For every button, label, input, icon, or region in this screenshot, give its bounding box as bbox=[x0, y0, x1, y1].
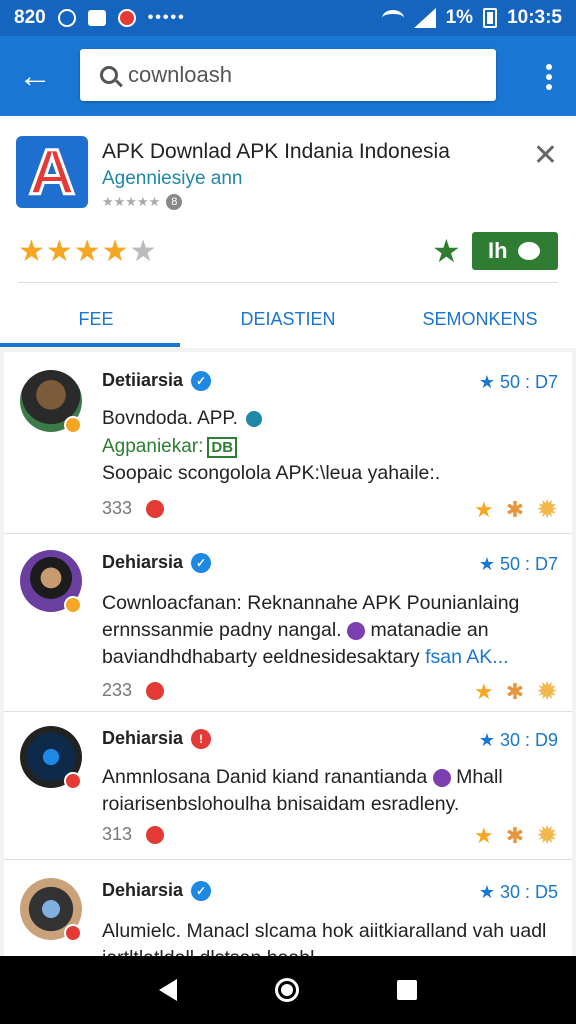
badge-react-icon[interactable]: ✹ bbox=[536, 820, 558, 851]
battery-percent: 1% bbox=[445, 7, 474, 28]
status-time-right: 10:3:5 bbox=[507, 7, 562, 28]
review-count: 233 bbox=[102, 680, 165, 701]
review-title: Bovndoda. APP. bbox=[102, 408, 262, 430]
review-tag: DB bbox=[207, 436, 238, 458]
review-count: 313 bbox=[102, 824, 165, 845]
active-tab-indicator bbox=[0, 343, 180, 347]
app-developer[interactable]: Agenniesiye ann bbox=[102, 168, 243, 190]
review-body: Cownloacfanan: Reknannahe APK Pounianlai… bbox=[102, 592, 520, 668]
status-time-left: 820 bbox=[14, 7, 46, 28]
avatar-badge-icon bbox=[64, 416, 82, 434]
badge-react-icon[interactable]: ✹ bbox=[536, 494, 558, 525]
tab-fee[interactable]: FEE bbox=[0, 290, 192, 348]
reaction-icons: ★ ✱ ✹ bbox=[474, 676, 558, 707]
wifi-icon bbox=[381, 10, 404, 26]
search-query: cownloash bbox=[128, 62, 232, 87]
small-count-badge: 8 bbox=[166, 194, 183, 210]
app-icon[interactable]: A bbox=[16, 136, 88, 208]
verified-icon: ✓ bbox=[191, 880, 212, 901]
gingerbread-react-icon[interactable]: ✱ bbox=[506, 823, 524, 849]
verified-icon: ✓ bbox=[191, 370, 212, 391]
install-button[interactable]: Ih bbox=[472, 232, 558, 270]
install-button-label: Ih bbox=[488, 238, 508, 263]
like-icon[interactable] bbox=[146, 681, 165, 700]
review-item[interactable]: Dehiarsia! ★ 30 : D9 Anmnlosana Danid ki… bbox=[4, 712, 572, 860]
app-bar: ← cownloash bbox=[0, 36, 576, 116]
signal-icon bbox=[413, 8, 436, 28]
review-subtitle: Agpaniekar: DB bbox=[102, 436, 238, 458]
tab-deiastien[interactable]: DEIASTIEN bbox=[192, 290, 384, 348]
nav-back-icon[interactable] bbox=[159, 979, 177, 1001]
reviewer-name[interactable]: Detiiarsia ✓ bbox=[102, 370, 212, 391]
review-body: Soopaic scongolola APK:\leua yahaile:. bbox=[102, 462, 441, 484]
back-arrow-icon[interactable]: ← bbox=[0, 36, 70, 116]
message-icon bbox=[87, 10, 106, 26]
verified-icon: ✓ bbox=[191, 552, 212, 573]
notification-icon bbox=[117, 9, 136, 27]
avatar-badge-icon bbox=[64, 596, 82, 614]
emoji-icon bbox=[347, 621, 366, 640]
app-title: APK Downlad APK Indania Indonesia bbox=[102, 140, 450, 163]
review-list: Detiiarsia ✓ ★ 50 : D7 Bovndoda. APP. Agp… bbox=[4, 352, 572, 956]
review-body: Alumielc. Manacl slcama hok aiitkiaralla… bbox=[102, 920, 547, 956]
info-icon bbox=[245, 411, 262, 427]
reaction-icons: ★ ✱ ✹ bbox=[474, 494, 558, 525]
status-bar: 820 ••••• 1% 10:3:5 bbox=[0, 0, 576, 36]
review-date: ★ 30 : D5 bbox=[478, 882, 558, 902]
small-stars-icon: ★★★★★ bbox=[102, 194, 161, 209]
close-icon[interactable]: ✕ bbox=[533, 138, 558, 173]
review-item[interactable]: Dehiarsia ✓ ★ 30 : D5 Alumielc. Manacl sl… bbox=[4, 860, 572, 956]
review-date: ★ 50 : D7 bbox=[478, 554, 558, 574]
reaction-icons: ★ ✱ ✹ bbox=[474, 820, 558, 851]
review-item[interactable]: Detiiarsia ✓ ★ 50 : D7 Bovndoda. APP. Agp… bbox=[4, 352, 572, 534]
chat-bubble-icon bbox=[517, 242, 540, 260]
favorite-star-icon[interactable]: ★ bbox=[432, 232, 461, 270]
read-more-link[interactable]: fsan AK... bbox=[425, 646, 508, 668]
search-input[interactable]: cownloash bbox=[80, 49, 496, 101]
reviewer-name[interactable]: Dehiarsia! bbox=[102, 728, 212, 749]
nav-recents-icon[interactable] bbox=[397, 980, 417, 1000]
star-react-icon[interactable]: ★ bbox=[474, 679, 494, 705]
tab-semonkens[interactable]: SEMONKENS bbox=[384, 290, 576, 348]
review-body: Anmnlosana Danid kiand ranantianda Mhall… bbox=[102, 766, 503, 815]
star-react-icon[interactable]: ★ bbox=[474, 823, 494, 849]
reviewer-name[interactable]: Dehiarsia ✓ bbox=[102, 552, 212, 573]
review-count: 333 bbox=[102, 498, 165, 519]
gingerbread-react-icon[interactable]: ✱ bbox=[506, 679, 524, 705]
badge-react-icon[interactable]: ✹ bbox=[536, 676, 558, 707]
alert-icon: ! bbox=[191, 728, 212, 749]
like-icon[interactable] bbox=[146, 825, 165, 844]
reviewer-name[interactable]: Dehiarsia ✓ bbox=[102, 880, 212, 901]
tab-bar: FEE DEIASTIEN SEMONKENS bbox=[0, 290, 576, 348]
review-date: ★ 30 : D9 bbox=[478, 730, 558, 750]
review-date: ★ 50 : D7 bbox=[478, 372, 558, 392]
app-small-rating: ★★★★★ 8 bbox=[102, 194, 183, 210]
gingerbread-react-icon[interactable]: ✱ bbox=[506, 497, 524, 523]
system-nav-bar bbox=[0, 956, 576, 1024]
search-icon bbox=[100, 66, 118, 84]
star-react-icon[interactable]: ★ bbox=[474, 497, 494, 523]
divider bbox=[18, 282, 558, 283]
more-notifications-icon: ••••• bbox=[147, 9, 186, 26]
sync-icon bbox=[57, 9, 76, 27]
nav-home-icon[interactable] bbox=[275, 978, 299, 1002]
like-icon[interactable] bbox=[146, 499, 165, 518]
review-item[interactable]: Dehiarsia ✓ ★ 50 : D7 Cownloacfanan: Rekn… bbox=[4, 534, 572, 712]
emoji-icon bbox=[432, 768, 451, 787]
avatar-badge-icon bbox=[64, 924, 82, 942]
app-rating-stars: ★★★★★ bbox=[18, 235, 158, 268]
battery-icon bbox=[483, 8, 498, 28]
overflow-menu-icon[interactable] bbox=[546, 64, 552, 90]
avatar-badge-icon bbox=[64, 772, 82, 790]
